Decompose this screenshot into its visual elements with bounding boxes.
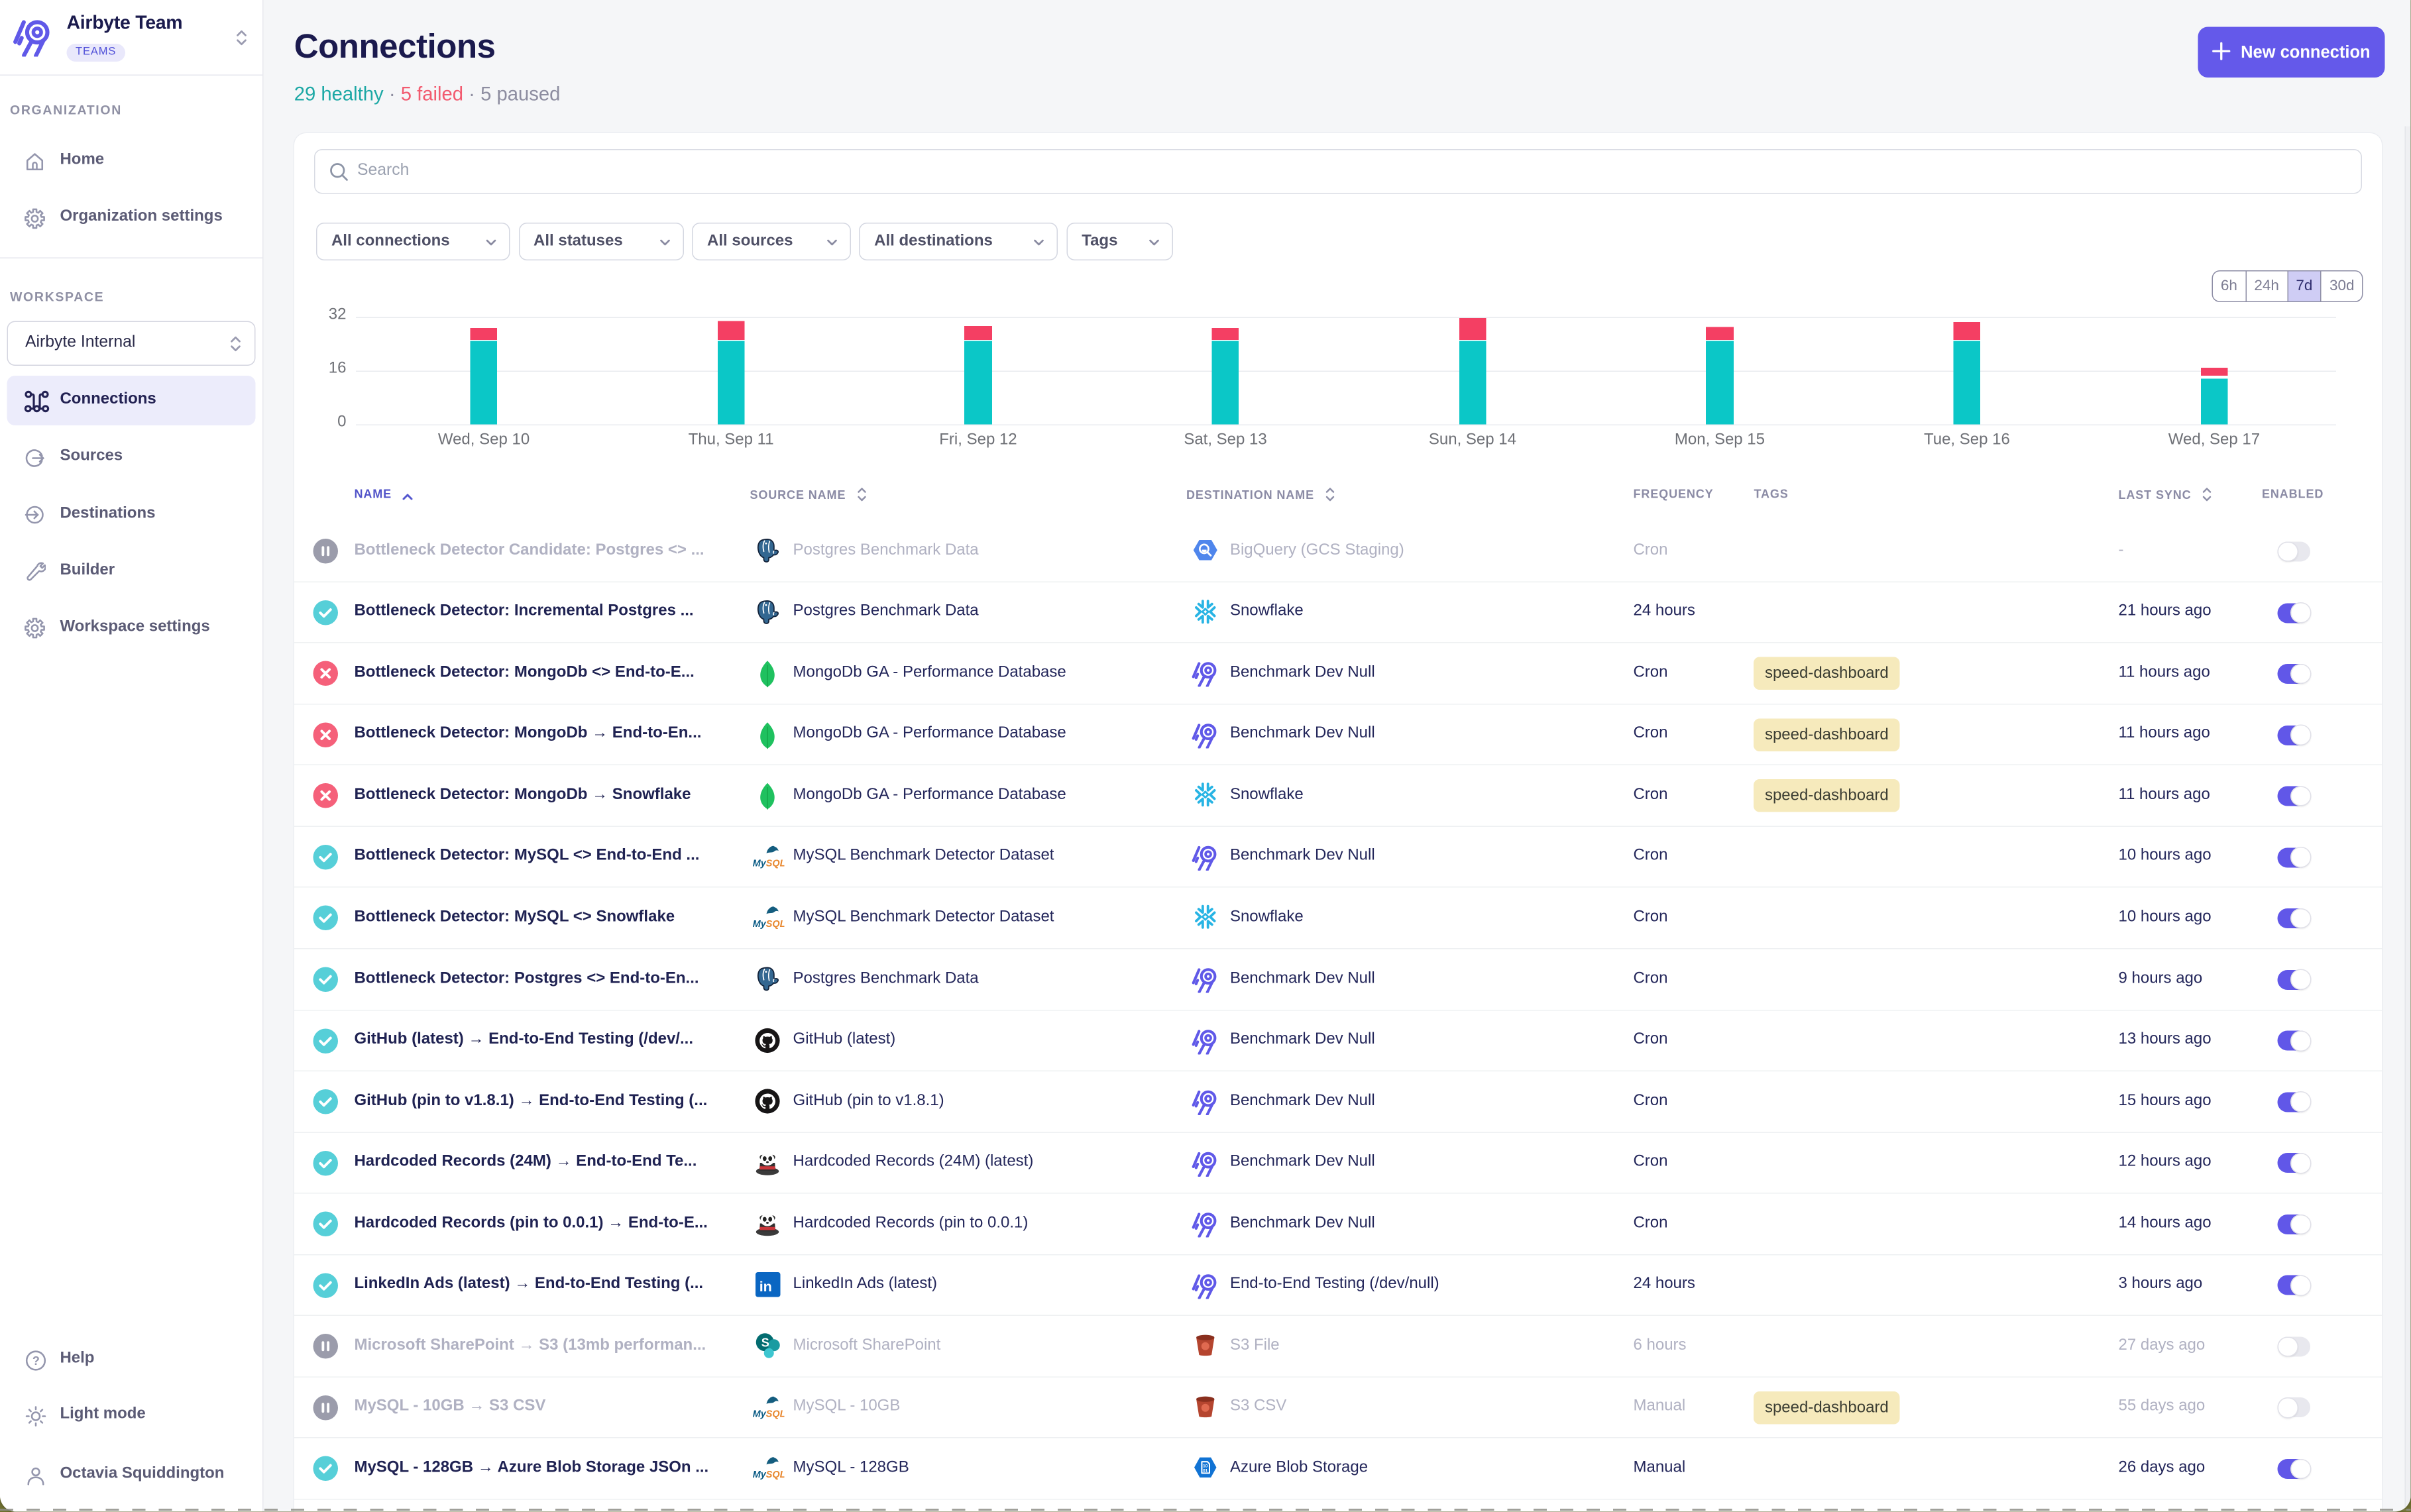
svg-text:in: in [759, 1277, 771, 1294]
svg-text:MySQL: MySQL [753, 919, 785, 930]
svg-text:MySQL: MySQL [753, 1470, 785, 1480]
svg-text:01: 01 [1203, 1469, 1208, 1474]
svg-text:MySQL: MySQL [753, 1409, 785, 1419]
svg-text:?: ? [32, 1354, 40, 1368]
svg-text:S: S [761, 1336, 769, 1350]
svg-text:MySQL: MySQL [753, 858, 785, 869]
